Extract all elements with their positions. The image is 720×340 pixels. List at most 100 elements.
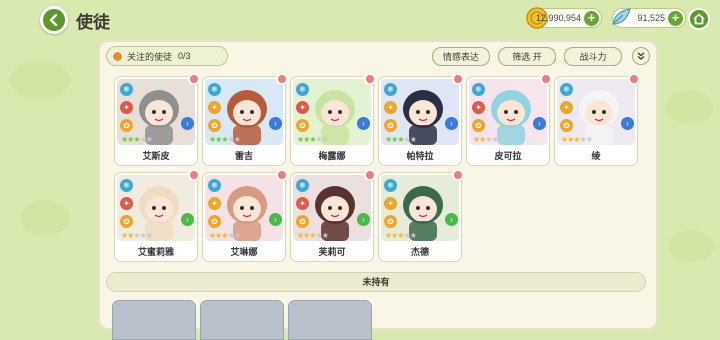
home-button[interactable] — [688, 8, 710, 30]
favorite-flower-icon[interactable] — [276, 73, 288, 85]
add-gold-button[interactable]: + — [584, 11, 599, 26]
background-leaf — [668, 230, 714, 262]
gold-amount: 12,990,954 — [535, 13, 581, 23]
favorite-flower-icon[interactable] — [452, 73, 464, 85]
star-rating: ★★★★★ — [385, 231, 417, 240]
add-gem-button[interactable]: + — [668, 11, 683, 26]
filter-row: 关注的使徒 0/3 情感表达 筛选 开 战斗力 — [106, 46, 652, 68]
character-card[interactable]: ❄ ✦ ✿ › ★★★★★ 艾蜜莉雅 — [114, 169, 200, 262]
element-icon: ❄ — [384, 83, 397, 96]
background-leaf — [20, 200, 70, 236]
double-chevron-down-icon — [637, 52, 645, 60]
position-arrow-icon: › — [621, 117, 634, 130]
role-icon: ✿ — [560, 119, 573, 132]
sort-order-button[interactable] — [632, 47, 650, 65]
class-icon: ✦ — [208, 197, 221, 210]
role-icon: ✿ — [120, 119, 133, 132]
position-arrow-icon: › — [269, 213, 282, 226]
position-arrow-icon: › — [181, 213, 194, 226]
unowned-character-card[interactable] — [200, 300, 284, 340]
sort-button[interactable]: 战斗力 — [564, 47, 622, 66]
favorite-flower-icon[interactable] — [628, 73, 640, 85]
class-icon: ✦ — [472, 101, 485, 114]
position-arrow-icon: › — [269, 117, 282, 130]
class-icon: ✦ — [384, 101, 397, 114]
character-name: 芙莉可 — [318, 247, 346, 257]
element-icon: ❄ — [208, 83, 221, 96]
favorites-toggle[interactable]: 关注的使徒 0/3 — [106, 46, 228, 66]
gem-amount: 91,525 — [637, 13, 665, 23]
character-name: 杰德 — [410, 247, 429, 257]
class-icon: ✦ — [120, 101, 133, 114]
element-icon: ❄ — [208, 179, 221, 192]
top-bar: 使徒 12,990,954 + 91,525 + — [0, 0, 720, 38]
position-arrow-icon: › — [445, 213, 458, 226]
favorite-flower-icon[interactable] — [188, 73, 200, 85]
position-arrow-icon: › — [357, 117, 370, 130]
position-arrow-icon: › — [533, 117, 546, 130]
star-rating: ★★★★★ — [297, 231, 329, 240]
position-arrow-icon: › — [357, 213, 370, 226]
character-name: 帕特拉 — [406, 151, 434, 161]
role-icon: ✿ — [384, 119, 397, 132]
class-icon: ✦ — [120, 197, 133, 210]
favorites-label: 关注的使徒 — [127, 51, 173, 62]
star-rating: ★★★★★ — [561, 135, 593, 144]
gem-currency: 91,525 + — [612, 8, 686, 28]
unowned-character-card[interactable] — [112, 300, 196, 340]
chevron-left-icon — [49, 14, 58, 26]
position-arrow-icon: › — [181, 117, 194, 130]
favorite-flower-icon[interactable] — [276, 169, 288, 181]
character-name: 绫 — [591, 151, 601, 161]
favorite-flower-icon[interactable] — [188, 169, 200, 181]
class-icon: ✦ — [560, 101, 573, 114]
class-icon: ✦ — [296, 197, 309, 210]
class-icon: ✦ — [384, 197, 397, 210]
character-name: 梅露娜 — [318, 151, 346, 161]
star-rating: ★★★★★ — [209, 231, 241, 240]
heart-icon — [112, 51, 123, 62]
character-card[interactable]: ❄ ✦ ✿ › ★★★★★ 绫 — [554, 73, 640, 166]
character-card[interactable]: ❄ ✦ ✿ › ★★★★★ 芙莉可 — [290, 169, 376, 262]
role-icon: ✿ — [208, 215, 221, 228]
star-rating: ★★★★★ — [209, 135, 241, 144]
role-icon: ✿ — [120, 215, 133, 228]
class-icon: ✦ — [296, 101, 309, 114]
home-icon — [693, 13, 705, 25]
element-icon: ❄ — [296, 179, 309, 192]
unowned-character-card[interactable] — [288, 300, 372, 340]
element-icon: ❄ — [560, 83, 573, 96]
character-card[interactable]: ❄ ✦ ✿ › ★★★★★ 艾斯皮 — [114, 73, 200, 166]
character-name: 艾蜜莉雅 — [137, 247, 174, 257]
character-card[interactable]: ❄ ✦ ✿ › ★★★★★ 雷吉 — [202, 73, 288, 166]
role-icon: ✿ — [296, 215, 309, 228]
character-card[interactable]: ❄ ✦ ✿ › ★★★★★ 梅露娜 — [290, 73, 376, 166]
back-button[interactable] — [40, 6, 68, 34]
character-name: 艾琳娜 — [230, 247, 258, 257]
gold-currency: 12,990,954 + — [526, 7, 602, 29]
element-icon: ❄ — [120, 179, 133, 192]
character-grid: ❄ ✦ ✿ › ★★★★★ 艾斯皮 ❄ ✦ ✿ › ★★★★★ 雷吉 ❄ ✦ ✿ › ★★★★★ 梅露娜 — [106, 70, 652, 270]
character-card[interactable]: ❄ ✦ ✿ › ★★★★★ 艾琳娜 — [202, 169, 288, 262]
leaf-gem-icon — [612, 8, 631, 25]
page-title: 使徒 — [76, 13, 110, 32]
element-icon: ❄ — [120, 83, 133, 96]
star-rating: ★★★★★ — [121, 135, 153, 144]
character-card[interactable]: ❄ ✦ ✿ › ★★★★★ 杰德 — [378, 169, 464, 262]
background-leaf — [665, 90, 713, 124]
emotion-button[interactable]: 情感表达 — [432, 47, 490, 66]
character-name: 皮可拉 — [494, 151, 522, 161]
position-arrow-icon: › — [445, 117, 458, 130]
character-card[interactable]: ❄ ✦ ✿ › ★★★★★ 帕特拉 — [378, 73, 464, 166]
star-rating: ★★★★★ — [385, 135, 417, 144]
role-icon: ✿ — [296, 119, 309, 132]
star-rating: ★★★★★ — [473, 135, 505, 144]
favorite-flower-icon[interactable] — [364, 73, 376, 85]
star-rating: ★★★★★ — [297, 135, 329, 144]
filter-button[interactable]: 筛选 开 — [498, 47, 556, 66]
element-icon: ❄ — [384, 179, 397, 192]
favorite-flower-icon[interactable] — [452, 169, 464, 181]
favorite-flower-icon[interactable] — [540, 73, 552, 85]
favorite-flower-icon[interactable] — [364, 169, 376, 181]
character-card[interactable]: ❄ ✦ ✿ › ★★★★★ 皮可拉 — [466, 73, 552, 166]
